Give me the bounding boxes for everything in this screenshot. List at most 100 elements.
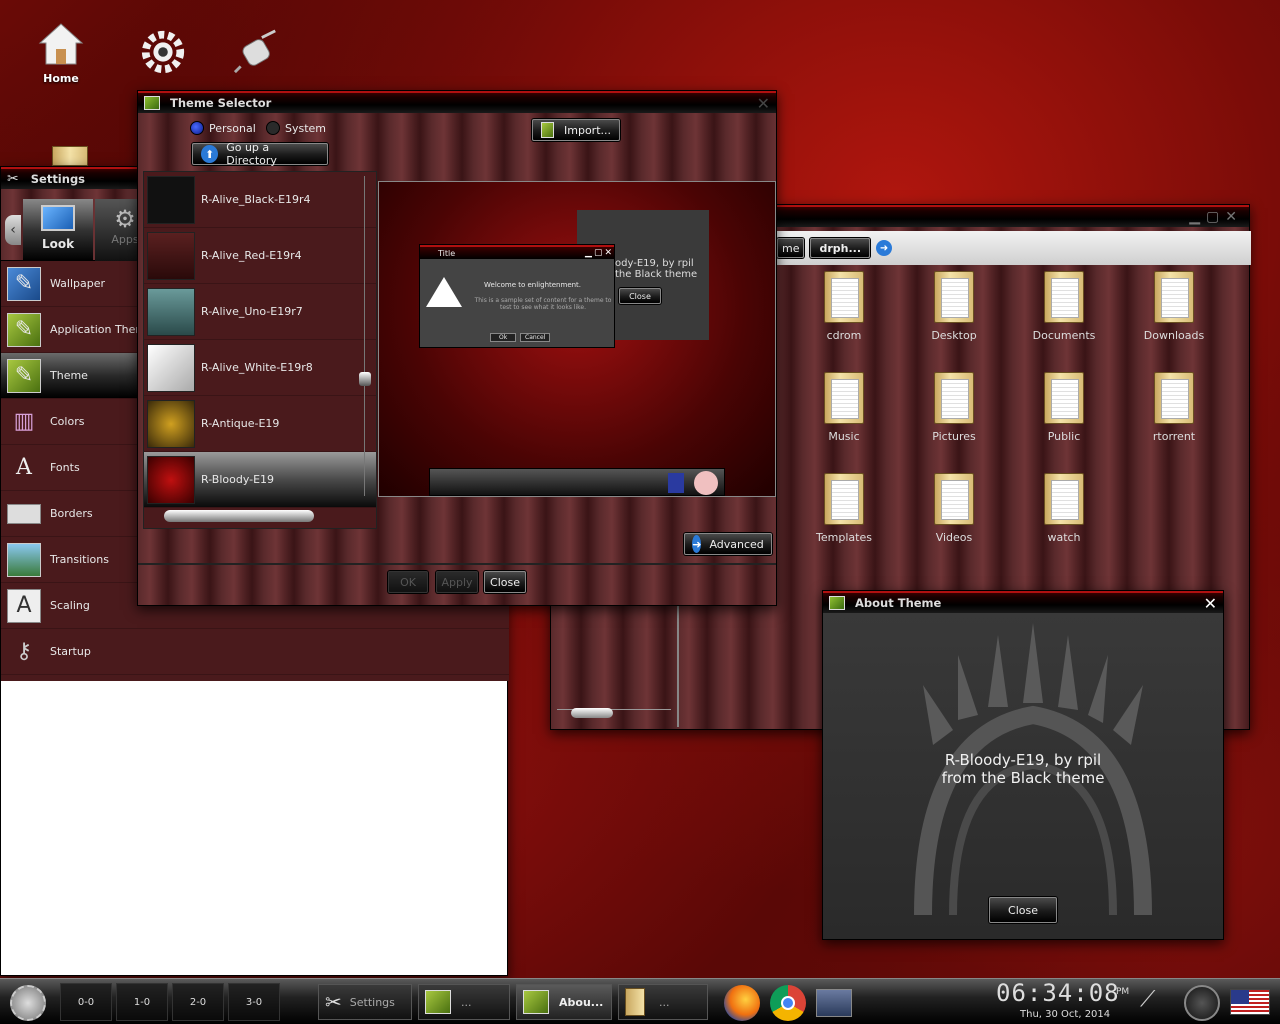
- apply-button[interactable]: Apply: [436, 571, 478, 593]
- list-scrollbar[interactable]: [359, 176, 372, 496]
- task-theme-selector[interactable]: ...: [418, 984, 510, 1020]
- tab-look[interactable]: Look: [23, 199, 93, 261]
- pager-desk-1[interactable]: 1-0: [116, 983, 168, 1021]
- folder-item[interactable]: Desktop: [909, 271, 999, 342]
- close-icon[interactable]: ✕: [1225, 209, 1243, 225]
- minimize-icon[interactable]: ▁: [1189, 209, 1206, 225]
- pager-label: 2-0: [189, 997, 207, 1008]
- desktop-icon-plug[interactable]: [222, 28, 292, 80]
- scrollbar-thumb[interactable]: [359, 372, 371, 386]
- pager-desk-2[interactable]: 2-0: [172, 983, 224, 1021]
- folder-icon: [934, 271, 974, 323]
- keyboard-layout-flag-icon[interactable]: [1230, 989, 1270, 1015]
- fonts-icon: A: [16, 455, 32, 480]
- folder-label: Public: [1047, 430, 1081, 443]
- clock-time[interactable]: 06:34:08: [996, 979, 1120, 1007]
- folder-icon: [934, 473, 974, 525]
- wifi-icon[interactable]: ⟋: [1140, 987, 1174, 1017]
- theme-list-item[interactable]: R-Alive_Red-E19r4: [144, 228, 376, 284]
- preview-shelf: [429, 468, 725, 496]
- folder-icon: [824, 372, 864, 424]
- desktop-folder-icon[interactable]: [52, 146, 88, 166]
- theme-selector-titlebar[interactable]: Theme Selector ✕: [138, 91, 776, 113]
- about-close-button[interactable]: Close: [989, 897, 1057, 923]
- theme-thumbnail: [147, 287, 195, 336]
- folder-icon: [1154, 372, 1194, 424]
- path-segment-home[interactable]: me: [777, 238, 805, 258]
- power-icon[interactable]: [1184, 985, 1220, 1021]
- theme-list[interactable]: R-Alive_Black-E19r4 R-Alive_Red-E19r4 R-…: [143, 171, 377, 529]
- radio-system[interactable]: System: [266, 121, 326, 135]
- theme-thumbnail: [147, 343, 195, 392]
- theme-list-item[interactable]: R-Alive_Black-E19r4: [144, 172, 376, 228]
- path-segment-user[interactable]: drph...: [810, 238, 871, 258]
- sidebar-divider[interactable]: [677, 605, 679, 727]
- theme-name: R-Antique-E19: [201, 417, 280, 430]
- sidebar-item-label: Borders: [50, 507, 93, 520]
- task-label: ...: [659, 995, 670, 1009]
- task-settings[interactable]: ✂ Settings: [318, 984, 412, 1020]
- sidebar-item-label: Wallpaper: [50, 277, 106, 290]
- sidebar-item-label: Transitions: [50, 553, 109, 566]
- folder-icon: [1044, 271, 1084, 323]
- folder-item[interactable]: Pictures: [909, 372, 999, 443]
- theme-list-item[interactable]: R-Alive_White-E19r8: [144, 340, 376, 396]
- chrome-icon[interactable]: [770, 985, 806, 1021]
- folder-item[interactable]: cdrom: [799, 271, 889, 342]
- folder-item[interactable]: Public: [1019, 372, 1109, 443]
- about-theme-titlebar[interactable]: About Theme ✕: [823, 591, 1223, 613]
- folder-item[interactable]: Downloads: [1129, 271, 1219, 342]
- maximize-icon[interactable]: ▢: [1206, 209, 1225, 225]
- scrollbar-thumb[interactable]: [571, 708, 613, 718]
- folder-item[interactable]: Videos: [909, 473, 999, 544]
- theme-list-item[interactable]: R-Antique-E19: [144, 396, 376, 452]
- tab-label: Look: [41, 237, 75, 251]
- clock-icon: [694, 471, 718, 495]
- screenshot-app-icon[interactable]: [816, 989, 852, 1017]
- theme-thumbnail: [147, 175, 195, 224]
- folder-item[interactable]: Music: [799, 372, 889, 443]
- ok-button[interactable]: OK: [388, 571, 428, 593]
- theme-icon: [829, 596, 845, 610]
- task-file-manager[interactable]: ...: [618, 984, 708, 1020]
- sidebar-item-startup[interactable]: ⚷ Startup: [1, 629, 509, 675]
- list-hscrollbar[interactable]: [164, 510, 314, 522]
- folder-item[interactable]: watch: [1019, 473, 1109, 544]
- tabs-back-icon[interactable]: ‹: [5, 215, 21, 245]
- close-icon[interactable]: ✕: [1204, 594, 1217, 613]
- folder-item[interactable]: rtorrent: [1129, 372, 1219, 443]
- advanced-button[interactable]: ➜ Advanced: [684, 533, 772, 555]
- task-about-theme[interactable]: Abou...: [516, 984, 612, 1020]
- sidebar-item-theme[interactable]: ✎ Theme: [1, 353, 137, 399]
- preview-dialog-body: This is a sample set of content for a th…: [474, 297, 612, 311]
- forward-arrow-icon: ➜: [692, 535, 702, 553]
- flag-canton: [1231, 990, 1249, 1004]
- folder-label: Pictures: [932, 430, 976, 443]
- folder-label: Videos: [935, 531, 973, 544]
- pager-desk-0[interactable]: 0-0: [60, 983, 112, 1021]
- close-icon[interactable]: ✕: [757, 94, 770, 113]
- preview-dialog-heading: Welcome to enlightenment.: [484, 281, 582, 289]
- go-up-directory-button[interactable]: ⬆ Go up a Directory: [192, 141, 328, 167]
- theme-list-item[interactable]: R-Bloody-E19: [144, 452, 376, 508]
- theme-list-item[interactable]: R-Alive_Uno-E19r7: [144, 284, 376, 340]
- radio-personal[interactable]: Personal: [190, 121, 256, 135]
- firefox-icon[interactable]: [724, 985, 760, 1021]
- button-label: Close: [1008, 903, 1038, 917]
- horizontal-scrollbar[interactable]: [557, 708, 671, 721]
- desktop-icon-settings[interactable]: [128, 28, 198, 80]
- start-menu-gear-icon[interactable]: [10, 985, 46, 1021]
- borders-icon: [7, 503, 41, 524]
- key-icon: ⚷: [15, 639, 33, 664]
- button-label: Apply: [441, 575, 473, 589]
- folder-item[interactable]: Documents: [1019, 271, 1109, 342]
- folder-label: Music: [828, 430, 860, 443]
- folder-item[interactable]: Templates: [799, 473, 889, 544]
- import-button[interactable]: Import...: [532, 119, 620, 141]
- sidebar-item-label: Theme: [50, 369, 88, 382]
- forward-arrow-icon[interactable]: ➜: [876, 240, 893, 256]
- folder-icon: [1154, 271, 1194, 323]
- pager-desk-3[interactable]: 3-0: [228, 983, 280, 1021]
- close-button[interactable]: Close: [484, 571, 526, 593]
- desktop-icon-home[interactable]: Home: [26, 20, 96, 85]
